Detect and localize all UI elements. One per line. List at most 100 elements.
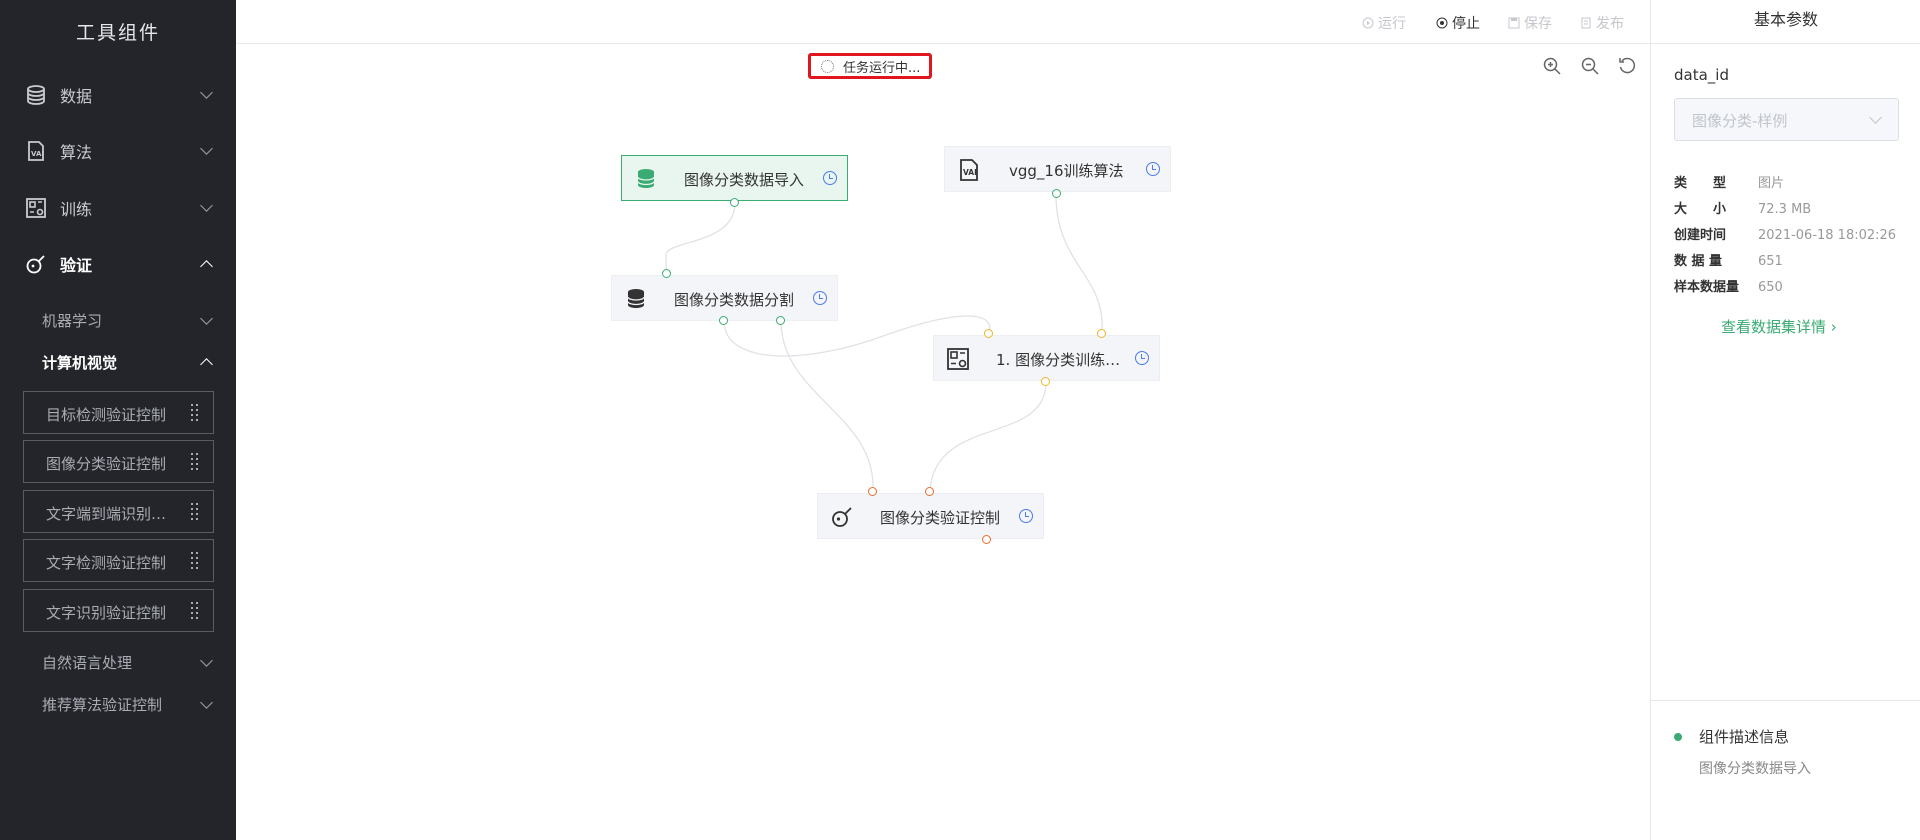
component-description: 组件描述信息 图像分类数据导入 bbox=[1651, 700, 1920, 840]
svg-text:VAI: VAI bbox=[963, 168, 977, 177]
chevron-down-icon bbox=[1869, 111, 1882, 124]
sidebar-item-data[interactable]: 数据 bbox=[0, 75, 236, 115]
database-icon bbox=[637, 169, 655, 188]
port-out[interactable] bbox=[730, 198, 739, 207]
drag-handle-icon[interactable] bbox=[191, 602, 199, 620]
clock-icon bbox=[823, 171, 837, 185]
chevron-down-icon bbox=[200, 199, 213, 212]
sidebar-item-training[interactable]: 训练 bbox=[0, 188, 236, 228]
task-status-text: 任务运行中... bbox=[843, 60, 921, 76]
node-data-import[interactable]: 图像分类数据导入 bbox=[621, 155, 848, 201]
sidebar-item-validation[interactable]: 验证 bbox=[0, 244, 236, 284]
reset-icon[interactable] bbox=[1617, 55, 1639, 77]
node-label: 图像分类验证控制 bbox=[880, 509, 1001, 527]
component-label: 图像分类验证控制 bbox=[46, 455, 167, 473]
panel-title: 基本参数 bbox=[1651, 0, 1920, 44]
edges-layer bbox=[665, 194, 1103, 491]
data-id-select[interactable]: 图像分类-样例 bbox=[1674, 98, 1899, 141]
sub-item-label: 计算机视觉 bbox=[42, 354, 118, 372]
database-icon bbox=[627, 289, 645, 308]
info-value: 72.3 MB bbox=[1758, 202, 1812, 217]
drag-handle-icon[interactable] bbox=[191, 552, 199, 570]
component-text-end-to-end[interactable]: 文字端到端识别验证控制 bbox=[23, 490, 214, 533]
chevron-down-icon bbox=[200, 696, 213, 709]
port-out[interactable] bbox=[719, 316, 728, 325]
edge-split-to-validate bbox=[780, 320, 874, 491]
run-label: 运行 bbox=[1378, 16, 1406, 32]
component-label: 目标检测验证控制 bbox=[46, 406, 167, 424]
port-in[interactable] bbox=[1097, 329, 1106, 338]
run-button[interactable]: 运行 bbox=[1362, 13, 1406, 33]
zoom-out-icon[interactable] bbox=[1579, 55, 1601, 77]
port-out[interactable] bbox=[982, 535, 991, 544]
chevron-up-icon bbox=[200, 260, 213, 273]
sidebar-item-label: 训练 bbox=[60, 200, 93, 219]
component-text-recognition[interactable]: 文字识别验证控制 bbox=[23, 589, 214, 632]
info-row-count: 数 据 量 651 bbox=[1674, 250, 1783, 269]
port-out[interactable] bbox=[1052, 189, 1061, 198]
zoom-in-icon[interactable] bbox=[1541, 55, 1563, 77]
node-validation-control[interactable]: 图像分类验证控制 bbox=[817, 493, 1044, 539]
port-out[interactable] bbox=[1041, 377, 1050, 386]
save-label: 保存 bbox=[1524, 16, 1552, 32]
clock-icon bbox=[1135, 351, 1149, 365]
play-icon bbox=[1362, 17, 1374, 29]
node-label: 图像分类数据导入 bbox=[684, 171, 805, 189]
loading-spinner-icon bbox=[821, 59, 834, 73]
select-value: 图像分类-样例 bbox=[1692, 112, 1788, 130]
node-label: vgg_16训练算法 bbox=[1009, 162, 1124, 180]
sidebar-sub-nlp[interactable]: 自然语言处理 bbox=[0, 645, 236, 679]
field-label: data_id bbox=[1674, 66, 1729, 84]
info-row-size: 大 小 72.3 MB bbox=[1674, 198, 1811, 217]
workflow-canvas[interactable]: 任务运行中... 图像分类数据导入 VAI vgg_16训练算法 图像分类数据分… bbox=[236, 45, 1650, 840]
clock-icon bbox=[1019, 509, 1033, 523]
sidebar-sub-recommendation[interactable]: 推荐算法验证控制 bbox=[0, 687, 236, 721]
node-data-split[interactable]: 图像分类数据分割 bbox=[611, 275, 838, 321]
toolbar: 运行 停止 保存 发布 bbox=[236, 0, 1650, 44]
view-dataset-details-link[interactable]: 查看数据集详情 › bbox=[1721, 316, 1837, 337]
save-button[interactable]: 保存 bbox=[1508, 13, 1552, 33]
info-key: 样本数据量 bbox=[1674, 280, 1740, 295]
drag-handle-icon[interactable] bbox=[191, 503, 199, 521]
description-text: 图像分类数据导入 bbox=[1699, 761, 1811, 777]
node-label: 1. 图像分类训练控制 bbox=[996, 351, 1126, 369]
info-key: 数 据 量 bbox=[1674, 254, 1723, 269]
info-row-type: 类 型 图片 bbox=[1674, 172, 1784, 191]
sidebar-title: 工具组件 bbox=[75, 22, 160, 44]
info-row-samples: 样本数据量 650 bbox=[1674, 276, 1783, 295]
port-in[interactable] bbox=[925, 487, 934, 496]
node-vgg16-algorithm[interactable]: VAI vgg_16训练算法 bbox=[944, 146, 1171, 192]
sidebar-item-label: 算法 bbox=[60, 143, 93, 162]
stop-button[interactable]: 停止 bbox=[1436, 13, 1480, 33]
component-text-detection[interactable]: 文字检测验证控制 bbox=[23, 539, 214, 582]
component-label: 文字检测验证控制 bbox=[46, 554, 167, 572]
port-in[interactable] bbox=[868, 487, 877, 496]
status-dot-icon bbox=[1674, 733, 1682, 741]
drag-handle-icon[interactable] bbox=[191, 404, 199, 422]
sidebar-sub-computer-vision[interactable]: 计算机视觉 bbox=[0, 345, 236, 379]
edge-vgg-to-train bbox=[1055, 194, 1103, 334]
component-image-classification[interactable]: 图像分类验证控制 bbox=[23, 440, 214, 483]
sidebar-item-algorithm[interactable]: VAI 算法 bbox=[0, 131, 236, 171]
component-object-detection[interactable]: 目标检测验证控制 bbox=[23, 391, 214, 434]
publish-button[interactable]: 发布 bbox=[1580, 13, 1624, 33]
sidebar: 工具组件 数据 VAI 算法 训练 验证 机器学习 计算机视觉 目标检测验证控制… bbox=[0, 0, 236, 840]
algorithm-icon: VAI bbox=[960, 159, 978, 181]
sidebar-item-label: 数据 bbox=[60, 87, 93, 106]
training-icon bbox=[947, 348, 969, 370]
sidebar-sub-machine-learning[interactable]: 机器学习 bbox=[0, 303, 236, 337]
chevron-down-icon bbox=[200, 312, 213, 325]
edge-train-to-validate bbox=[929, 381, 1047, 491]
port-in[interactable] bbox=[984, 329, 993, 338]
node-training-control[interactable]: 1. 图像分类训练控制 bbox=[933, 335, 1160, 381]
port-in[interactable] bbox=[662, 269, 671, 278]
validation-icon bbox=[26, 255, 45, 274]
port-out[interactable] bbox=[776, 316, 785, 325]
sub-item-label: 自然语言处理 bbox=[42, 654, 133, 672]
drag-handle-icon[interactable] bbox=[191, 453, 199, 471]
edge-import-to-split bbox=[665, 202, 736, 275]
clock-icon bbox=[813, 291, 827, 305]
training-icon bbox=[26, 198, 46, 218]
algorithm-icon: VAI bbox=[28, 141, 44, 161]
info-key: 类 型 bbox=[1674, 176, 1727, 191]
